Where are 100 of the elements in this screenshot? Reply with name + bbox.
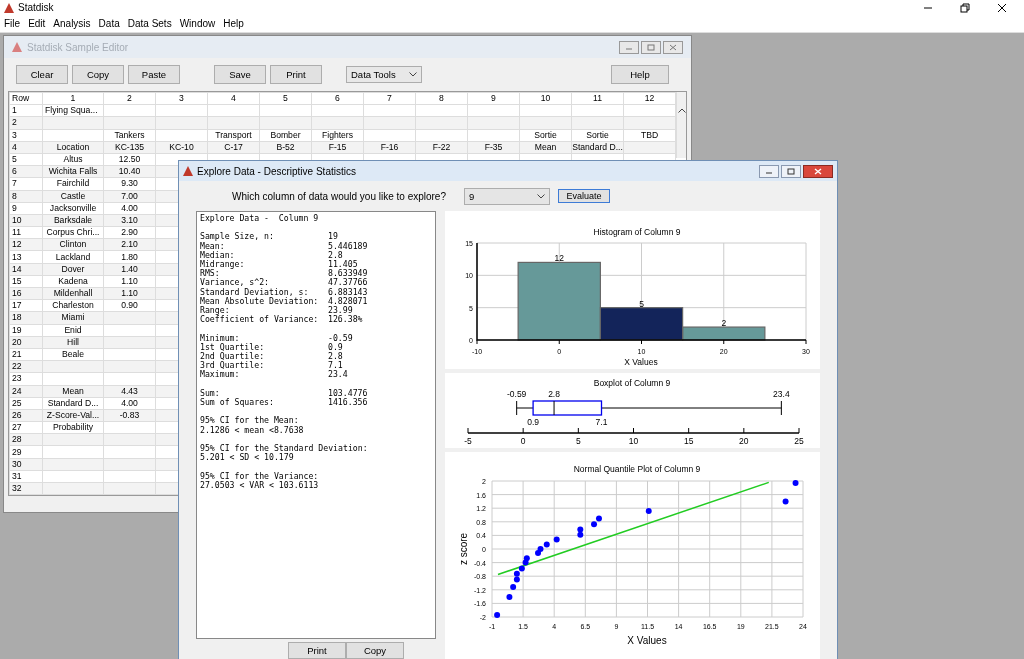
data-point xyxy=(553,536,560,543)
restore-icon[interactable] xyxy=(960,2,970,13)
table-cell: Mildenhall xyxy=(53,288,93,299)
table-cell: F-22 xyxy=(432,141,451,152)
column-header: 1 xyxy=(42,92,104,105)
menu-item[interactable]: File xyxy=(4,18,21,29)
table-cell: Wichita Falls xyxy=(48,166,98,177)
row-number: 9 xyxy=(9,202,43,215)
table-cell: -0.83 xyxy=(119,409,140,420)
data-point xyxy=(792,480,799,487)
close-icon[interactable] xyxy=(997,2,1007,13)
report-value: 2.8 xyxy=(328,352,343,361)
minimize-icon[interactable] xyxy=(619,40,639,54)
bar-label: 2 xyxy=(721,318,727,329)
report-heading: Explore Data - Column 9 xyxy=(200,214,320,224)
report-label: Sample Size, n: xyxy=(200,232,275,242)
table-cell: Mean xyxy=(534,141,557,152)
data-tools-dropdown[interactable]: Data Tools xyxy=(346,66,422,83)
report-label: Sum: xyxy=(200,388,221,398)
app-logo-icon xyxy=(4,2,14,13)
table-cell: Probability xyxy=(52,422,94,433)
toolbar-button[interactable]: Paste xyxy=(128,65,180,84)
app-logo-icon xyxy=(12,42,22,52)
chevron-down-icon xyxy=(537,193,545,199)
report-label: 95% CI for the Variance: xyxy=(200,471,320,481)
toolbar-button[interactable]: Print xyxy=(270,65,322,84)
table-cell: Bomber xyxy=(270,129,301,140)
column-header: 8 xyxy=(415,92,468,105)
table-cell: F-15 xyxy=(328,141,347,152)
evaluate-button[interactable]: Evaluate xyxy=(558,189,610,203)
table-cell: 10.40 xyxy=(118,166,141,177)
table-cell: 3.10 xyxy=(121,214,138,225)
x-tick-label: 25 xyxy=(794,436,804,446)
table-cell: Jacksonville xyxy=(49,202,97,213)
data-point xyxy=(645,507,652,514)
row-number: 25 xyxy=(9,397,43,410)
column-header: 7 xyxy=(363,92,416,105)
table-cell: Z-Score-Val... xyxy=(46,409,100,420)
table-cell: 7.00 xyxy=(121,190,138,201)
column-dropdown[interactable]: 9 xyxy=(464,187,550,205)
toolbar-button[interactable]: Clear xyxy=(16,65,68,84)
menu-item[interactable]: Analysis xyxy=(53,18,91,29)
report-value: 23.99 xyxy=(328,306,353,315)
report-label: Sum of Squares: xyxy=(200,398,275,408)
table-cell: 9.30 xyxy=(121,178,138,189)
bottom-button[interactable]: Copy xyxy=(346,642,404,659)
x-tick-label: 20 xyxy=(739,436,749,446)
table-cell: 4.00 xyxy=(121,202,138,213)
toolbar-button[interactable]: Copy xyxy=(72,65,124,84)
row-number: 1 xyxy=(9,104,43,117)
table-cell: Transport xyxy=(215,129,252,140)
maximum-label: 23.4 xyxy=(773,389,790,399)
report-label: Minimum: xyxy=(200,333,241,343)
table-cell: Kadena xyxy=(58,275,88,286)
table-cell: F-35 xyxy=(484,141,503,152)
menu-item[interactable]: Help xyxy=(223,18,244,29)
menu-item[interactable]: Window xyxy=(179,18,216,29)
table-cell: Dover xyxy=(61,263,85,274)
table-cell: 1.10 xyxy=(121,288,138,299)
table-cell: Altus xyxy=(63,154,83,165)
table-cell: 2.10 xyxy=(121,239,138,250)
chart-title: Histogram of Column 9 xyxy=(593,227,681,237)
column-header: 4 xyxy=(207,92,260,105)
table-cell: 2.90 xyxy=(121,227,138,238)
table-cell: 4.00 xyxy=(121,397,138,408)
quartile-label: 0.9 xyxy=(527,417,539,427)
table-cell: 0.90 xyxy=(121,300,138,311)
table-cell: Charleston xyxy=(52,300,94,311)
report-value: 0.9 xyxy=(328,342,343,352)
table-cell: KC-10 xyxy=(169,141,194,152)
menu-item[interactable]: Data Sets xyxy=(127,18,172,29)
table-cell: Fairchild xyxy=(56,178,90,189)
menu-item[interactable]: Edit xyxy=(28,18,46,29)
scroll-up-icon[interactable] xyxy=(677,108,686,113)
table-cell: Flying Squa... xyxy=(45,105,98,116)
x-tick-label: 10 xyxy=(628,436,639,446)
toolbar-button[interactable]: Save xyxy=(214,65,266,84)
help-button[interactable]: Help xyxy=(611,65,669,84)
row-number: 17 xyxy=(9,299,43,312)
minimize-icon[interactable] xyxy=(759,164,779,178)
table-cell: Lackland xyxy=(55,251,91,262)
bottom-button[interactable]: Print xyxy=(288,642,346,659)
row-number: 15 xyxy=(9,275,43,288)
menu-item[interactable]: Data xyxy=(98,18,120,29)
report-value: 126.38% xyxy=(328,315,363,325)
row-number: 31 xyxy=(9,470,43,483)
report-label: Mean: xyxy=(200,241,225,251)
report-label: 95% CI for the Standard Deviation: xyxy=(200,444,368,453)
report-label: 3rd Quartile: xyxy=(200,361,266,371)
report-value: 103.4776 xyxy=(328,388,368,398)
scrollbar[interactable] xyxy=(676,92,686,158)
report-label: Range: xyxy=(200,306,230,316)
report-label: RMS: xyxy=(200,269,220,279)
report-value: 7.1 xyxy=(328,361,343,371)
window-title: Explore Data - Descriptive Statistics xyxy=(197,165,356,177)
report-value: 11.405 xyxy=(328,260,358,269)
row-number: 19 xyxy=(9,324,43,337)
x-axis-label: X Values xyxy=(624,357,658,367)
close-icon[interactable] xyxy=(803,164,833,178)
table-cell: KC-135 xyxy=(114,141,145,152)
